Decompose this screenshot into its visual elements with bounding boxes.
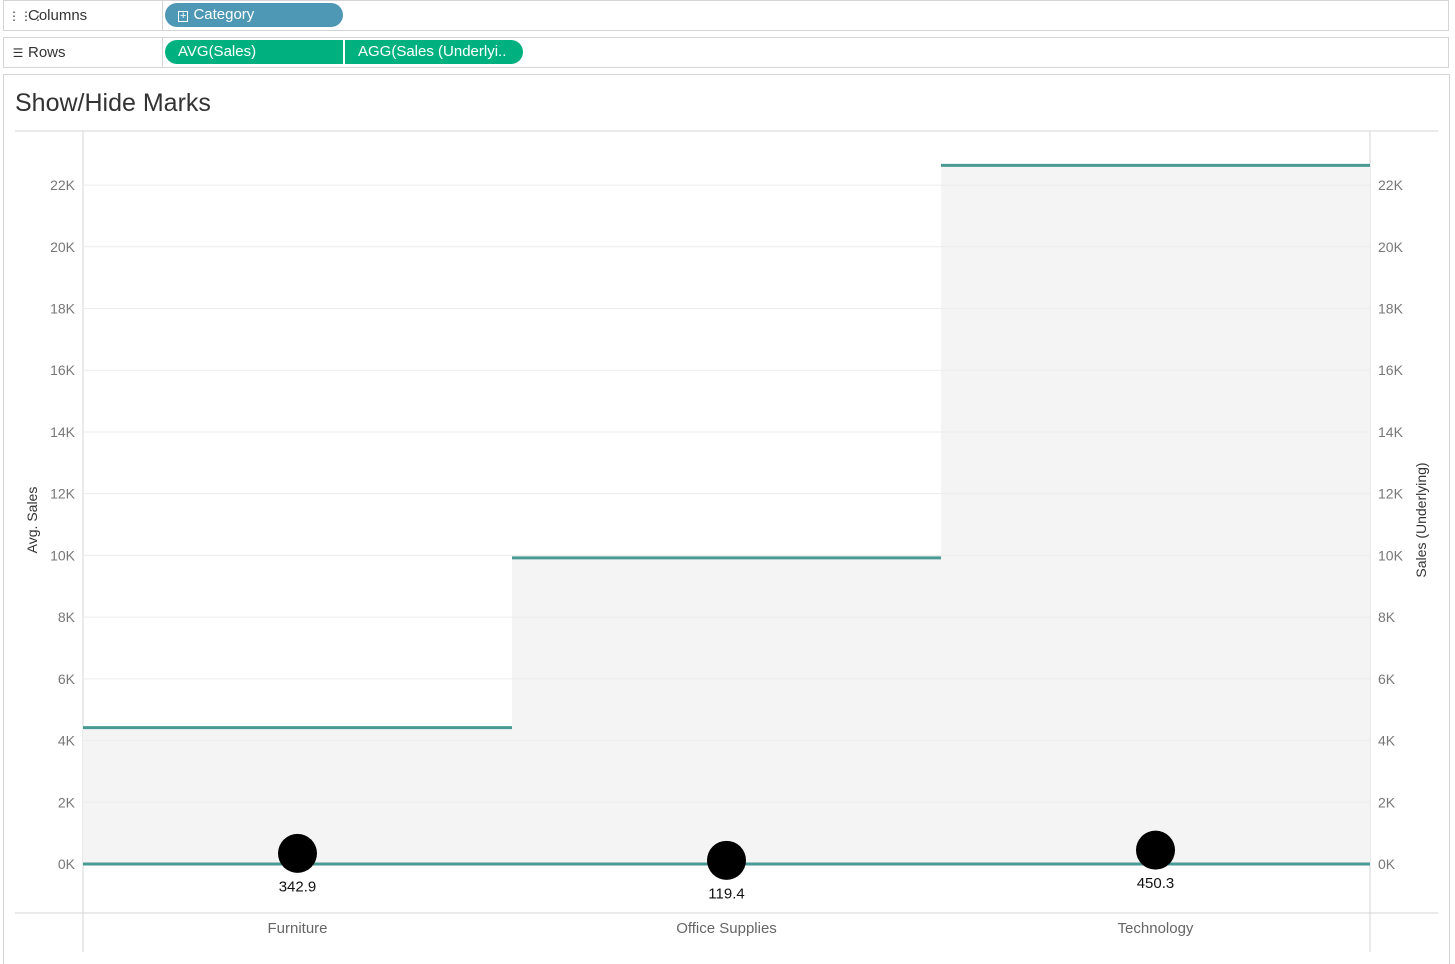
y2-tick-label: 18K [1378, 301, 1404, 317]
avg-sales-dot [1136, 830, 1175, 870]
y2-tick-label: 14K [1378, 424, 1404, 440]
step-shade [941, 165, 1370, 865]
data-label: 450.3 [1137, 875, 1175, 892]
y-tick-label: 2K [58, 794, 76, 810]
y-tick-label: 18K [50, 301, 76, 317]
y2-tick-label: 2K [1378, 794, 1396, 810]
y2-axis-title: Sales (Underlying) [1413, 462, 1429, 577]
x-tick-label: Furniture [267, 920, 327, 937]
y2-tick-label: 12K [1378, 486, 1404, 502]
y-tick-label: 14K [50, 424, 76, 440]
y-tick-label: 20K [50, 239, 76, 255]
avg-sales-dot [707, 840, 746, 880]
y2-tick-label: 8K [1378, 609, 1396, 625]
y-axis-title: Avg. Sales [24, 487, 40, 554]
y2-tick-label: 10K [1378, 547, 1404, 563]
y-tick-label: 22K [50, 177, 76, 193]
x-tick-label: Technology [1118, 920, 1194, 937]
y-tick-label: 0K [58, 856, 76, 872]
y-tick-label: 10K [50, 547, 76, 563]
y2-tick-label: 0K [1378, 856, 1396, 872]
y2-tick-label: 16K [1378, 362, 1404, 378]
y2-tick-label: 4K [1378, 733, 1396, 749]
y2-tick-label: 20K [1378, 239, 1404, 255]
data-label: 119.4 [708, 885, 744, 902]
y-tick-label: 6K [58, 671, 76, 687]
y-tick-label: 4K [58, 733, 76, 749]
y-tick-label: 12K [50, 486, 76, 502]
y-tick-label: 16K [50, 362, 76, 378]
y2-tick-label: 6K [1378, 671, 1396, 687]
chart: 0K 0K 2K 2K 4K 4K 6K 6K 8K 8K 10K 10K 12K 12K 14K 14K 16… [15, 130, 1438, 952]
x-tick-label: Office Supplies [676, 920, 777, 937]
data-label: 342.9 [279, 878, 317, 895]
y-tick-label: 8K [58, 609, 76, 625]
avg-sales-dot [278, 833, 317, 873]
y2-tick-label: 22K [1378, 177, 1404, 193]
step-shade [512, 557, 941, 864]
